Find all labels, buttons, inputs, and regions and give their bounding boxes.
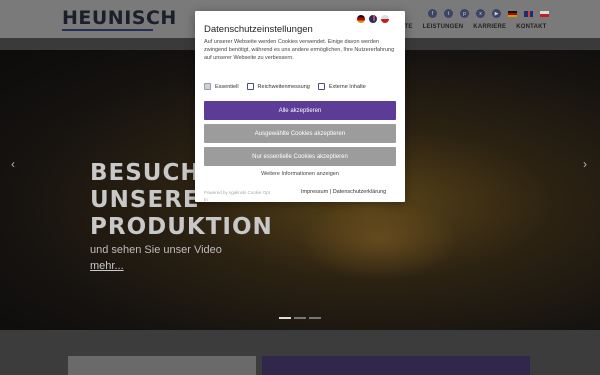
slider-prev-arrow-icon[interactable]: ‹: [11, 157, 15, 171]
hero-subtitle: und sehen Sie unser Video: [90, 244, 222, 256]
option-essentiell-label: Essentiell: [215, 83, 239, 90]
imprint-link[interactable]: Impressum: [301, 189, 328, 195]
option-externe-inhalte-label: Externe Inhalte: [328, 83, 366, 90]
slider-next-arrow-icon[interactable]: ›: [583, 157, 587, 171]
youtube-icon[interactable]: ▶: [492, 9, 501, 18]
pinterest-icon[interactable]: p: [460, 9, 469, 18]
slider-dots: [279, 317, 321, 319]
nav-item-kontakt[interactable]: KONTAKT: [516, 24, 546, 30]
nav-item-leistungen[interactable]: LEISTUNGEN: [423, 24, 464, 30]
accept-all-button[interactable]: Alle akzeptieren: [204, 101, 396, 120]
facebook-icon[interactable]: f: [428, 9, 437, 18]
main-nav: KTE LEISTUNGEN KARRIERE KONTAKT: [400, 24, 547, 30]
option-reichweitenmessung[interactable]: Reichweitenmessung: [246, 83, 310, 90]
teaser-card-2[interactable]: [262, 356, 530, 375]
cookie-dialog-text: Auf unserer Webseite werden Cookies verw…: [204, 39, 395, 61]
legal-separator: |: [329, 189, 332, 195]
checkbox-externe-inhalte[interactable]: [317, 83, 325, 90]
slider-dot-1[interactable]: [279, 317, 291, 319]
cookie-consent-dialog: Datenschutzeinstellungen Auf unserer Web…: [195, 11, 405, 202]
checkbox-essentiell[interactable]: [204, 83, 211, 90]
logo-underline: [62, 29, 153, 31]
more-info-link[interactable]: Weitere Informationen anzeigen: [195, 171, 405, 177]
hero-more-link[interactable]: mehr...: [90, 260, 124, 272]
powered-by-text: Powered by sgalinski Cookie Opt In: [204, 190, 271, 202]
option-reichweitenmessung-label: Reichweitenmessung: [257, 83, 310, 90]
flag-cz-icon[interactable]: [540, 10, 549, 17]
hero-background-glow: [300, 200, 460, 280]
flag-gb-icon[interactable]: [369, 15, 377, 23]
teaser-card-1[interactable]: [68, 356, 256, 375]
hero-title-line3: PRODUKTION: [90, 214, 273, 240]
cookie-language-switch: [357, 15, 389, 23]
privacy-link[interactable]: Datenschutzerklärung: [333, 189, 387, 195]
logo[interactable]: HEUNISCH: [62, 7, 177, 29]
flag-cz-icon[interactable]: [381, 15, 389, 23]
legal-links: Impressum | Datenschutzerklärung: [301, 189, 386, 195]
cookie-dialog-title: Datenschutzeinstellungen: [204, 24, 313, 35]
nav-item-karriere[interactable]: KARRIERE: [473, 24, 506, 30]
flag-de-icon[interactable]: [357, 15, 365, 23]
accept-essential-button[interactable]: Nur essentielle Cookies akzeptieren: [204, 147, 396, 166]
flag-gb-icon[interactable]: [524, 10, 533, 17]
twitter-icon[interactable]: t: [444, 9, 453, 18]
cookie-options: Essentiell Reichweitenmessung Externe In…: [204, 83, 366, 90]
slider-dot-2[interactable]: [294, 317, 306, 319]
header-icons: f t p x ▶: [428, 9, 549, 18]
flag-de-icon[interactable]: [508, 10, 517, 17]
option-externe-inhalte[interactable]: Externe Inhalte: [317, 83, 366, 90]
accept-selected-button[interactable]: Ausgewählte Cookies akzeptieren: [204, 124, 396, 143]
slider-dot-3[interactable]: [309, 317, 321, 319]
xing-icon[interactable]: x: [476, 9, 485, 18]
option-essentiell[interactable]: Essentiell: [204, 83, 239, 90]
checkbox-reichweitenmessung[interactable]: [246, 83, 254, 90]
